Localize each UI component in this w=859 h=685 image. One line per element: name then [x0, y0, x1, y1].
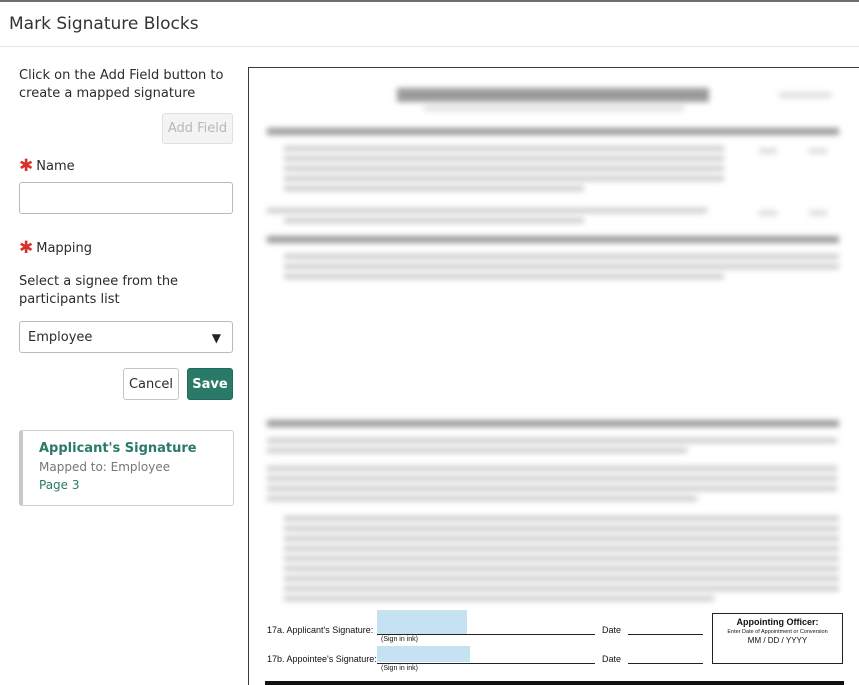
document-preview[interactable]: 17a. Applicant's Signature: (Sign in ink…: [248, 67, 859, 685]
signature-field-card[interactable]: Applicant's Signature Mapped to: Employe…: [19, 430, 234, 506]
add-field-button[interactable]: Add Field: [162, 113, 233, 144]
appointing-officer-box: Appointing Officer: Enter Date of Appoin…: [712, 613, 843, 664]
appointing-officer-date-format: MM / DD / YYYY: [747, 636, 808, 645]
applicant-sign-in-ink: (Sign in ink): [381, 636, 418, 643]
mapping-label-text: Mapping: [36, 241, 93, 256]
name-label-text: Name: [36, 159, 75, 174]
instructions-text: Click on the Add Field button to create …: [19, 68, 224, 101]
document-bottom-rule: [265, 681, 844, 685]
save-button[interactable]: Save: [187, 368, 233, 400]
signature-field-mapping: Mapped to: Employee: [39, 460, 171, 474]
name-input[interactable]: [19, 182, 233, 214]
dialog-title: Mark Signature Blocks: [9, 14, 199, 34]
appointing-officer-subtitle: Enter Date of Appointment or Conversion: [727, 629, 828, 635]
mapping-label: ✱ Mapping: [19, 238, 93, 258]
signee-select[interactable]: Employee ▼: [19, 321, 233, 353]
applicant-signature-line: [377, 634, 595, 635]
applicant-signature-label: 17a. Applicant's Signature:: [267, 625, 374, 635]
cancel-button[interactable]: Cancel: [123, 368, 179, 400]
dialog-header: Mark Signature Blocks: [0, 2, 859, 47]
appointee-sign-in-ink: (Sign in ink): [381, 665, 418, 672]
required-asterisk-icon: ✱: [19, 156, 34, 176]
applicant-signature-highlight[interactable]: [377, 610, 467, 634]
applicant-date-label: Date: [602, 625, 622, 635]
appointee-signature-label: 17b. Appointee's Signature:: [267, 654, 377, 664]
appointing-officer-title: Appointing Officer:: [736, 617, 819, 627]
applicant-date-line: [628, 634, 703, 635]
appointee-date-label: Date: [602, 654, 622, 664]
appointee-signature-line: [377, 663, 595, 664]
signature-field-page-link[interactable]: Page 3: [39, 478, 80, 492]
name-label: ✱ Name: [19, 156, 75, 176]
appointee-signature-highlight[interactable]: [377, 646, 470, 662]
signee-select-value: Employee: [28, 329, 93, 345]
caret-down-icon: ▼: [211, 331, 221, 345]
signature-field-title: Applicant's Signature: [39, 441, 197, 456]
required-asterisk-icon: ✱: [19, 238, 34, 258]
blurred-document-content: [249, 68, 859, 608]
left-panel: Click on the Add Field button to create …: [0, 48, 248, 685]
appointee-date-line: [628, 663, 703, 664]
mapping-helper-text: Select a signee from the participants li…: [19, 274, 179, 307]
